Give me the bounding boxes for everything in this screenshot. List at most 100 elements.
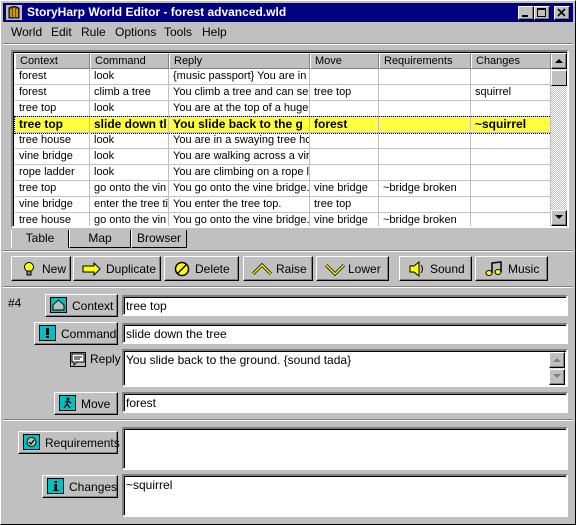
table-cell-requirements[interactable] bbox=[379, 69, 471, 85]
requirements-button[interactable]: Requirements bbox=[18, 431, 120, 454]
table-cell-command[interactable]: look bbox=[90, 133, 169, 149]
tab-map[interactable]: Map bbox=[69, 230, 131, 248]
column-header-changes[interactable]: Changes bbox=[471, 53, 551, 69]
table-cell-command[interactable]: look bbox=[90, 101, 169, 117]
table-cell-requirements[interactable] bbox=[379, 101, 471, 117]
table-cell-changes[interactable] bbox=[471, 165, 551, 181]
table-cell-requirements[interactable]: ~bridge broken bbox=[379, 181, 471, 197]
table-cell-reply[interactable]: You are in a swaying tree hc bbox=[169, 133, 310, 149]
table-cell-requirements[interactable] bbox=[379, 165, 471, 181]
menu-help[interactable]: Help bbox=[202, 25, 227, 39]
context-field[interactable]: tree top bbox=[122, 295, 568, 316]
command-field[interactable]: slide down the tree bbox=[122, 323, 568, 344]
table-cell-context[interactable]: tree top bbox=[15, 181, 90, 197]
column-header-command[interactable]: Command bbox=[90, 53, 169, 69]
music-button[interactable]: Music bbox=[475, 256, 548, 281]
table-row[interactable]: rope ladder look You are climbing on a rop… bbox=[15, 165, 551, 181]
column-header-context[interactable]: Context bbox=[15, 53, 90, 69]
reply-scroll-down-icon[interactable] bbox=[549, 369, 565, 385]
reply-field[interactable]: You slide back to the ground. {sound tad… bbox=[122, 349, 568, 387]
lower-button[interactable]: Lower bbox=[316, 256, 389, 281]
table-row[interactable]: tree top look You are at the top of a huge bbox=[15, 101, 551, 117]
table-cell-move[interactable]: vine bridge bbox=[310, 181, 379, 197]
table-cell-changes[interactable] bbox=[471, 213, 551, 226]
table-cell-reply[interactable]: You are at the top of a huge bbox=[169, 101, 310, 117]
table-cell-context[interactable]: vine bridge bbox=[15, 149, 90, 165]
move-field[interactable]: forest bbox=[122, 392, 568, 413]
requirements-field[interactable] bbox=[122, 427, 568, 470]
table-row[interactable]: vine bridge look You are walking across a … bbox=[15, 149, 551, 165]
table-cell-changes[interactable] bbox=[471, 149, 551, 165]
table-cell-reply[interactable]: You go onto the vine bridge. bbox=[169, 213, 310, 226]
table-cell-reply[interactable]: You slide back to the g bbox=[169, 117, 310, 133]
table-row[interactable]: tree house look You are in a swaying tree … bbox=[15, 133, 551, 149]
table-cell-command[interactable]: look bbox=[90, 69, 169, 85]
sound-button[interactable]: Sound bbox=[399, 256, 472, 281]
table-cell-command[interactable]: enter the tree ti bbox=[90, 197, 169, 213]
table-cell-move[interactable] bbox=[310, 69, 379, 85]
table-cell-changes[interactable]: ~squirrel bbox=[471, 117, 551, 133]
table-cell-move[interactable] bbox=[310, 101, 379, 117]
table-cell-move[interactable]: forest bbox=[310, 117, 379, 133]
table-cell-context[interactable]: rope ladder bbox=[15, 165, 90, 181]
reply-scroll-up-icon[interactable] bbox=[549, 352, 565, 368]
table-row[interactable]: tree top go onto the vin You go onto the v… bbox=[15, 181, 551, 197]
table-cell-move[interactable]: tree top bbox=[310, 197, 379, 213]
table-cell-move[interactable] bbox=[310, 165, 379, 181]
column-header-reply[interactable]: Reply bbox=[169, 53, 310, 69]
table-row[interactable]: vine bridge enter the tree ti You enter th… bbox=[15, 197, 551, 213]
table-cell-command[interactable]: climb a tree bbox=[90, 85, 169, 101]
context-button[interactable]: Context bbox=[45, 294, 118, 317]
minimize-button[interactable] bbox=[518, 6, 534, 20]
table-cell-reply[interactable]: {music passport} You are in bbox=[169, 69, 310, 85]
menu-world[interactable]: World bbox=[11, 25, 42, 39]
scroll-up-arrow-icon[interactable] bbox=[551, 53, 567, 69]
scroll-down-arrow-icon[interactable] bbox=[551, 210, 567, 226]
table-cell-reply[interactable]: You enter the tree top. bbox=[169, 197, 310, 213]
table-cell-changes[interactable] bbox=[471, 181, 551, 197]
reply-scrollbar[interactable] bbox=[549, 352, 565, 385]
reply-button[interactable]: Reply bbox=[70, 350, 121, 370]
scroll-thumb[interactable] bbox=[551, 70, 567, 86]
table-cell-context[interactable]: tree house bbox=[15, 133, 90, 149]
table-row-selected[interactable]: tree top slide down tl You slide back to t… bbox=[14, 116, 552, 134]
table-cell-command[interactable]: slide down tl bbox=[90, 117, 169, 133]
move-button[interactable]: Move bbox=[54, 392, 118, 415]
menu-tools[interactable]: Tools bbox=[164, 25, 192, 39]
table-cell-reply[interactable]: You are climbing on a rope la bbox=[169, 165, 310, 181]
table-cell-move[interactable] bbox=[310, 133, 379, 149]
close-button[interactable] bbox=[554, 6, 570, 20]
table-cell-command[interactable]: go onto the vin bbox=[90, 181, 169, 197]
table-cell-context[interactable]: forest bbox=[15, 85, 90, 101]
table-cell-command[interactable]: look bbox=[90, 149, 169, 165]
duplicate-button[interactable]: Duplicate bbox=[73, 256, 161, 281]
table-row[interactable]: tree house go onto the vin You go onto the… bbox=[15, 213, 551, 226]
rules-table[interactable]: Context Command Reply Move Requirements … bbox=[11, 50, 569, 228]
table-cell-context[interactable]: forest bbox=[15, 69, 90, 85]
changes-button[interactable]: Changes bbox=[42, 475, 118, 498]
table-cell-requirements[interactable] bbox=[379, 133, 471, 149]
table-cell-requirements[interactable] bbox=[379, 85, 471, 101]
table-cell-context[interactable]: tree top bbox=[15, 117, 90, 133]
table-cell-requirements[interactable] bbox=[379, 197, 471, 213]
table-cell-reply[interactable]: You climb a tree and can se bbox=[169, 85, 310, 101]
column-header-move[interactable]: Move bbox=[310, 53, 379, 69]
table-cell-requirements[interactable] bbox=[379, 149, 471, 165]
column-header-requirements[interactable]: Requirements bbox=[379, 53, 471, 69]
table-cell-move[interactable]: tree top bbox=[310, 85, 379, 101]
table-row[interactable]: forest look {music passport} You are in bbox=[15, 69, 551, 85]
table-cell-context[interactable]: tree top bbox=[15, 101, 90, 117]
raise-button[interactable]: Raise bbox=[243, 256, 313, 281]
table-cell-move[interactable]: vine bridge bbox=[310, 213, 379, 226]
table-cell-reply[interactable]: You go onto the vine bridge. bbox=[169, 181, 310, 197]
table-cell-changes[interactable]: squirrel bbox=[471, 85, 551, 101]
tab-browser[interactable]: Browser bbox=[131, 230, 187, 248]
changes-field[interactable]: ~squirrel bbox=[122, 474, 568, 517]
table-cell-command[interactable]: look bbox=[90, 165, 169, 181]
table-cell-move[interactable] bbox=[310, 149, 379, 165]
table-cell-changes[interactable] bbox=[471, 69, 551, 85]
table-cell-requirements[interactable]: ~bridge broken bbox=[379, 213, 471, 226]
table-cell-changes[interactable] bbox=[471, 197, 551, 213]
table-vertical-scrollbar[interactable] bbox=[551, 53, 567, 226]
menu-edit[interactable]: Edit bbox=[51, 25, 72, 39]
